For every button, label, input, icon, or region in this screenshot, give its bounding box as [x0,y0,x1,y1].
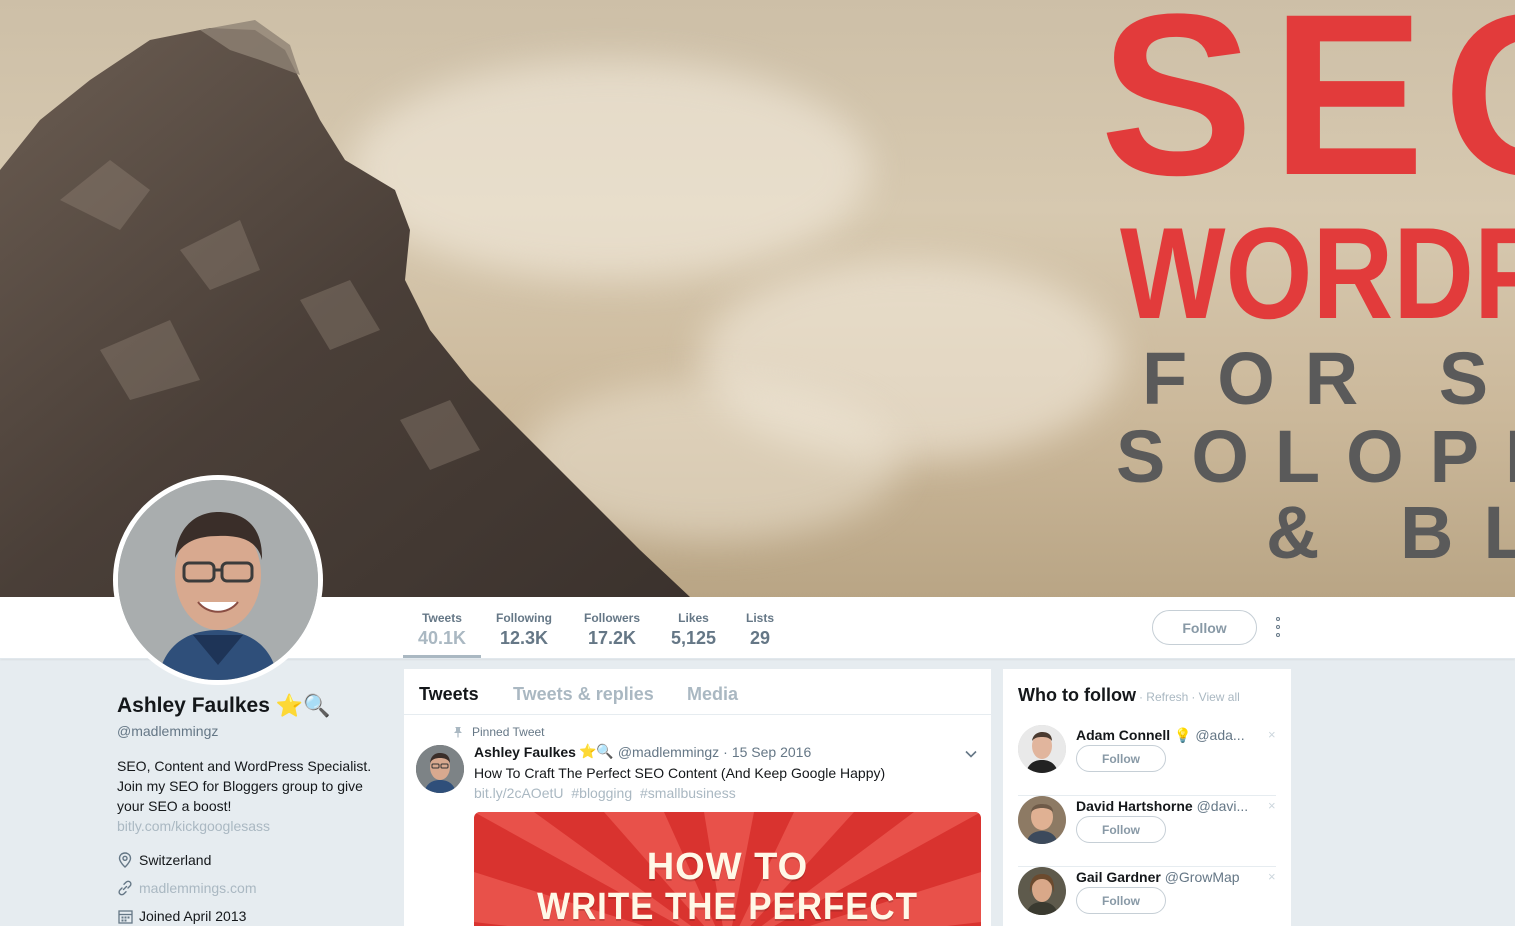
stat-value: 29 [749,628,771,648]
view-all-link[interactable]: · View all [1191,690,1239,704]
profile-name-row: Ashley Faulkes ⭐🔍 [117,690,387,722]
stat-label: Following [496,611,552,625]
banner-text-seo: SEO [1100,0,1515,223]
profile-avatar[interactable] [113,475,323,685]
location-pin-icon [117,852,133,868]
follow-button[interactable]: Follow [1152,610,1257,645]
suggestion-name[interactable]: Adam Connell [1076,727,1170,743]
suggestion-name-row: David Hartshorne @davi... [1076,798,1256,814]
suggestion-handle[interactable]: @GrowMap [1165,869,1240,885]
stat-value: 5,125 [670,628,717,648]
suggestion-avatar[interactable] [1018,796,1066,844]
tweet-separator: · [723,743,728,760]
stat-label: Followers [583,611,640,625]
tab-media[interactable]: Media [687,684,738,705]
suggestion-follow-button[interactable]: Follow [1076,887,1166,914]
timeline: Tweets Tweets & replies Media Pinned Twe… [404,669,991,926]
link-icon [117,880,133,896]
tab-tweets[interactable]: Tweets [419,684,479,705]
profile-location: Switzerland [117,852,387,868]
suggestion-name-row: Adam Connell 💡 @ada... [1076,727,1256,744]
chevron-down-icon[interactable] [964,747,978,761]
mountain-image [0,20,690,597]
banner-text-solopreneurs: SOLOPR [1116,415,1515,498]
joined-text: Joined April 2013 [139,908,247,924]
stat-value: 40.1K [417,628,467,648]
calendar-icon [117,908,133,924]
banner-text-for: FOR SM [1142,337,1515,420]
profile-bio-link[interactable]: bitly.com/kickgooglesass [117,816,387,836]
profile-bio: SEO, Content and WordPress Specialist. J… [117,758,372,814]
location-text: Switzerland [139,852,212,868]
stat-lists[interactable]: Lists 29 [740,597,780,658]
tweet-header: Ashley Faulkes ⭐🔍 @madlemmingz · 15 Sep … [474,743,811,760]
suggestion-follow-button[interactable]: Follow [1076,745,1166,772]
suggestion-name[interactable]: Gail Gardner [1076,869,1161,885]
tweet-author-handle[interactable]: @madlemmingz [618,744,719,760]
suggestion-handle[interactable]: @ada... [1195,727,1244,743]
dismiss-icon[interactable]: × [1268,869,1276,884]
dismiss-icon[interactable]: × [1268,727,1276,742]
suggestion-avatar[interactable] [1018,725,1066,773]
suggestion-item: David Hartshorne @davi... × Follow [1018,796,1276,867]
suggestion-item: Adam Connell 💡 @ada... × Follow [1018,725,1276,796]
who-to-follow: Who to follow · Refresh · View all Adam … [1003,669,1291,926]
stat-value: 17.2K [587,628,637,648]
tab-tweets-replies[interactable]: Tweets & replies [513,684,654,705]
tweet-links: bit.ly/2cAOetU #blogging #smallbusiness [474,783,740,803]
profile-joined: Joined April 2013 [117,908,387,924]
tweet-avatar[interactable] [416,745,464,793]
hashtag-smallbusiness[interactable]: #smallbusiness [640,785,736,801]
suggestion-avatar[interactable] [1018,867,1066,915]
profile-emoji: ⭐🔍 [275,693,331,718]
tweet-author-emoji: ⭐🔍 [578,743,614,759]
stat-following[interactable]: Following 12.3K [491,597,557,658]
pinned-text: Pinned Tweet [472,725,545,739]
stat-tweets[interactable]: Tweets 40.1K [403,597,481,658]
avatar-photo [118,480,318,680]
tweet-url[interactable]: bit.ly/2cAOetU [474,785,563,801]
suggestion-handle[interactable]: @davi... [1197,798,1249,814]
suggestion-emoji: 💡 [1174,727,1192,743]
stat-followers[interactable]: Followers 17.2K [579,597,645,658]
suggestion-name[interactable]: David Hartshorne [1076,798,1193,814]
website-link[interactable]: madlemmings.com [139,880,256,896]
stat-label: Likes [678,611,709,625]
stat-label: Tweets [422,611,462,625]
stat-likes[interactable]: Likes 5,125 [666,597,721,658]
timeline-tabs: Tweets Tweets & replies Media [404,669,991,715]
profile-handle: @madlemmingz [117,723,219,739]
tweet-image-headline: HOW TO [646,846,809,888]
profile-website: madlemmings.com [117,880,387,896]
tweet-image[interactable]: HOW TO WRITE THE PERFECT [474,812,981,926]
stat-label: Lists [745,611,774,625]
tweet-author-name[interactable]: Ashley Faulkes [474,744,576,760]
suggestion-name-row: Gail Gardner @GrowMap [1076,869,1256,885]
refresh-link[interactable]: · Refresh [1139,690,1188,704]
more-options-icon[interactable] [1271,617,1285,637]
suggestion-item: Gail Gardner @GrowMap × Follow [1018,867,1276,926]
pin-icon [454,727,462,738]
banner-text-wordpress: WORDP [1120,200,1515,346]
tweet-image-subheadline: WRITE THE PERFECT [537,886,918,926]
pinned-tweet-label: Pinned Tweet [452,725,545,739]
banner-text-bloggers: & BLO [1266,491,1515,574]
suggestion-follow-button[interactable]: Follow [1076,816,1166,843]
dismiss-icon[interactable]: × [1268,798,1276,813]
stat-value: 12.3K [499,628,549,648]
profile-card: Ashley Faulkes ⭐🔍 @madlemmingz SEO, Cont… [117,690,387,924]
tweet-text: How To Craft The Perfect SEO Content (An… [474,765,886,781]
who-to-follow-header: Who to follow · Refresh · View all [1018,685,1240,706]
hashtag-blogging[interactable]: #blogging [571,785,632,801]
tweet-date[interactable]: 15 Sep 2016 [732,744,811,760]
profile-name[interactable]: Ashley Faulkes [117,694,270,718]
who-to-follow-title: Who to follow [1018,685,1136,705]
